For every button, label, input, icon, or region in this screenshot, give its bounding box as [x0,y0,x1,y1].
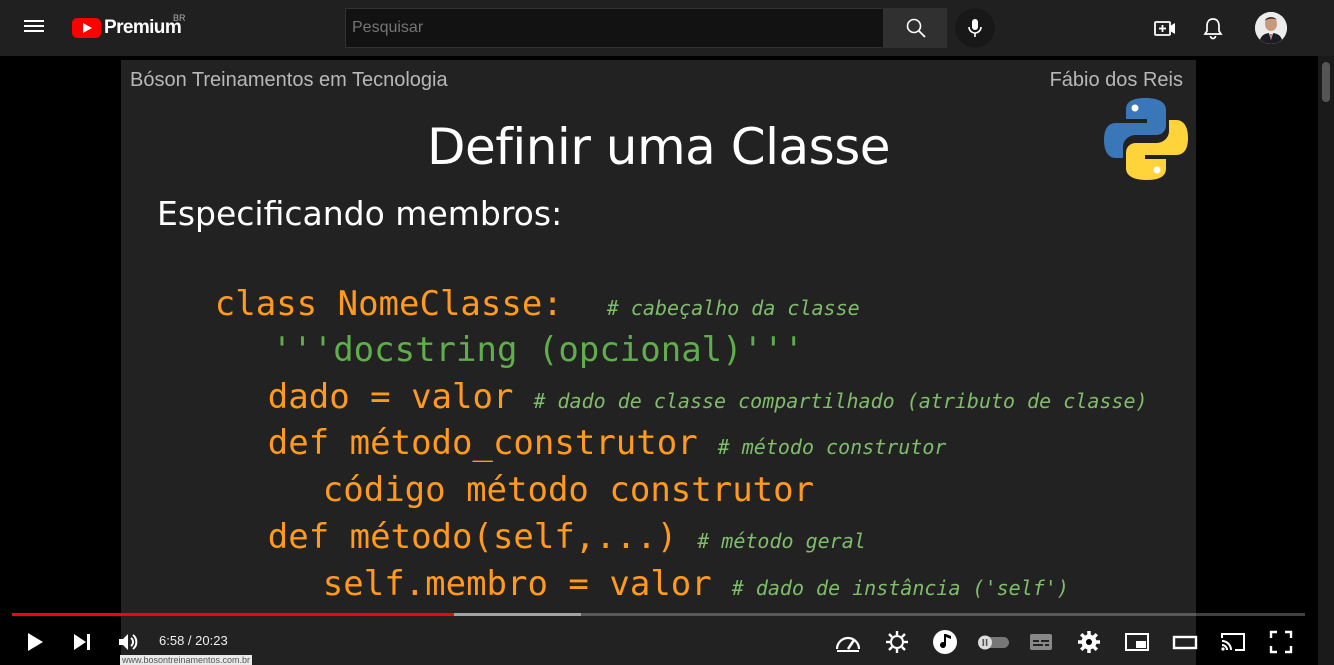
miniplayer-button[interactable] [1121,626,1153,658]
sun-gear-icon [886,631,908,653]
voice-search-button[interactable] [955,8,995,48]
subtitles-button[interactable] [1025,626,1057,658]
music-note-icon [933,630,957,654]
theater-icon [1172,635,1198,650]
settings-button[interactable] [1073,626,1105,658]
logo-text: Premium [104,17,182,38]
code-line-7: self.membro = valor # dado de instância (… [265,545,1069,623]
fullscreen-button[interactable] [1265,626,1297,658]
volume-icon [119,634,138,650]
create-video-icon [1154,21,1175,36]
code-comment: # dado de instância ('self') [731,576,1069,600]
autoplay-toggle[interactable] [977,626,1011,658]
music-button[interactable] [929,626,961,658]
watermark: www.bosontreinamentos.com.br [120,655,253,665]
cast-icon [1221,633,1245,651]
youtube-play-icon [72,18,101,38]
code-text: self.membro = valor [322,564,712,604]
time-display: 6:58 / 20:23 [159,633,228,648]
subtitles-icon [1030,634,1052,650]
slide-author: Fábio dos Reis [1049,69,1183,91]
miniplayer-icon [1125,633,1149,651]
search-input[interactable] [345,8,884,48]
playback-speed-button[interactable] [832,626,864,658]
create-button[interactable] [1149,12,1181,44]
scrollbar-thumb[interactable] [1322,62,1330,102]
cast-button[interactable] [1217,626,1249,658]
next-button[interactable] [66,626,98,658]
microphone-icon [968,19,982,37]
slide: Bóson Treinamentos em Tecnologia Fábio d… [121,60,1196,665]
mute-button[interactable] [112,626,144,658]
slide-subtitle: Especificando membros: [157,194,563,233]
profile-photo-icon [1255,12,1287,44]
play-button[interactable] [19,626,51,658]
gear-icon [1078,631,1100,653]
notifications-button[interactable] [1197,12,1229,44]
python-logo-icon [1104,98,1188,180]
bell-icon [1203,18,1223,40]
search-icon [906,18,926,38]
fullscreen-icon [1269,630,1293,654]
slide-organization: Bóson Treinamentos em Tecnologia [130,69,448,91]
progress-bar[interactable] [12,613,1305,616]
menu-icon[interactable] [24,17,46,39]
search-button[interactable] [883,8,947,48]
country-code: BR [173,13,186,23]
speedometer-icon [835,636,861,652]
skip-next-icon [74,634,90,650]
masthead: Premium BR [0,0,1334,56]
page-scrollbar[interactable] [1318,56,1334,665]
avatar[interactable] [1255,12,1287,44]
autoplay-toggle-icon [978,635,1009,650]
slide-title: Definir uma Classe [426,118,891,176]
theater-mode-button[interactable] [1169,626,1201,658]
video-player[interactable]: Bóson Treinamentos em Tecnologia Fábio d… [0,56,1318,665]
play-icon [28,633,43,651]
youtube-logo[interactable]: Premium [72,17,182,39]
progress-played [12,613,455,616]
ambient-button[interactable] [881,626,913,658]
